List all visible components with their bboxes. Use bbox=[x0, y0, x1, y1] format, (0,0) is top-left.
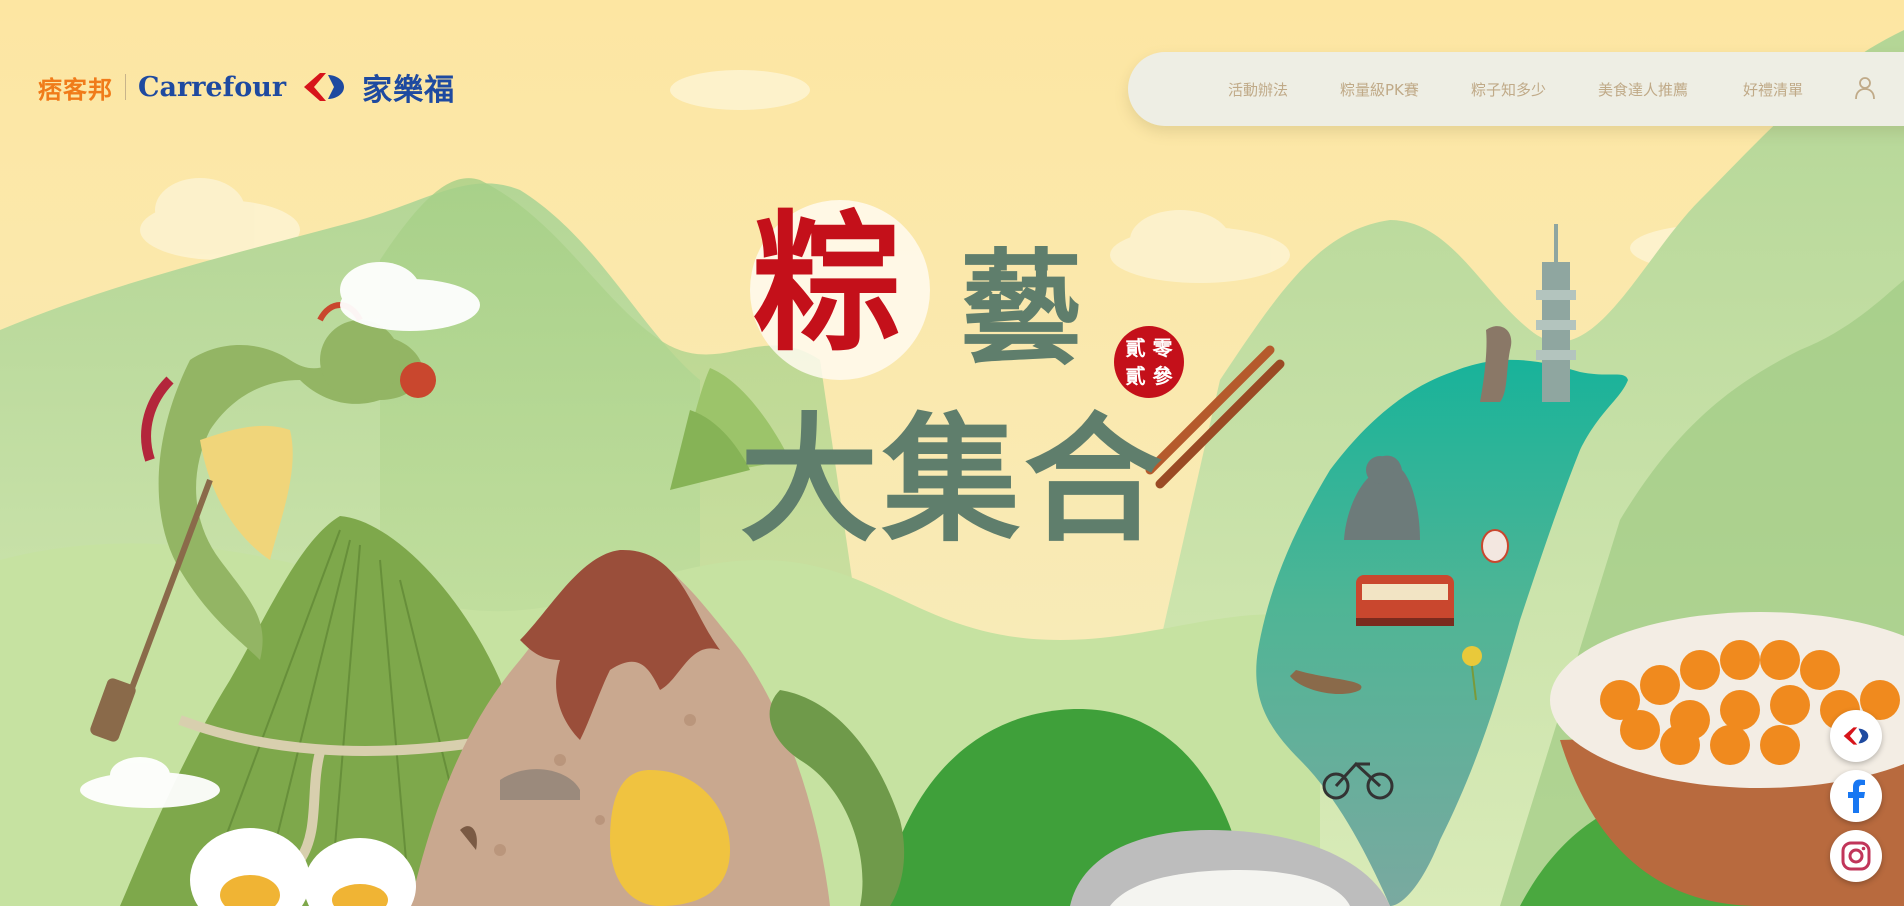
jialefu-logo[interactable]: 家樂福 bbox=[362, 65, 455, 109]
nav-item-gifts[interactable]: 好禮清單 bbox=[1743, 79, 1803, 100]
train bbox=[1356, 575, 1454, 626]
facebook-icon bbox=[1848, 779, 1865, 813]
pikebon-logo[interactable]: 痞客邦 bbox=[38, 70, 113, 105]
main-nav: 活動辦法 粽量級PK賽 粽子知多少 美食達人推薦 好禮清單 bbox=[1128, 52, 1904, 126]
instagram-icon bbox=[1841, 841, 1871, 871]
nav-item-pk[interactable]: 粽量級PK賽 bbox=[1340, 79, 1419, 100]
user-icon[interactable] bbox=[1854, 76, 1876, 100]
nav-item-rules[interactable]: 活動辦法 bbox=[1228, 79, 1288, 100]
hero-illustration bbox=[0, 0, 1904, 906]
logo-divider bbox=[125, 74, 126, 100]
carrefour-logo-text[interactable]: Carrefour bbox=[138, 72, 286, 103]
carrefour-mark-icon bbox=[304, 73, 345, 101]
carrefour-icon bbox=[1843, 727, 1869, 745]
nav-item-expert[interactable]: 美食達人推薦 bbox=[1598, 79, 1688, 100]
brand-logos: 痞客邦 Carrefour 家樂福 bbox=[38, 65, 455, 109]
instagram-button[interactable] bbox=[1830, 830, 1882, 882]
nav-item-knowledge[interactable]: 粽子知多少 bbox=[1471, 79, 1546, 100]
facebook-button[interactable] bbox=[1830, 770, 1882, 822]
carrefour-social-button[interactable] bbox=[1830, 710, 1882, 762]
